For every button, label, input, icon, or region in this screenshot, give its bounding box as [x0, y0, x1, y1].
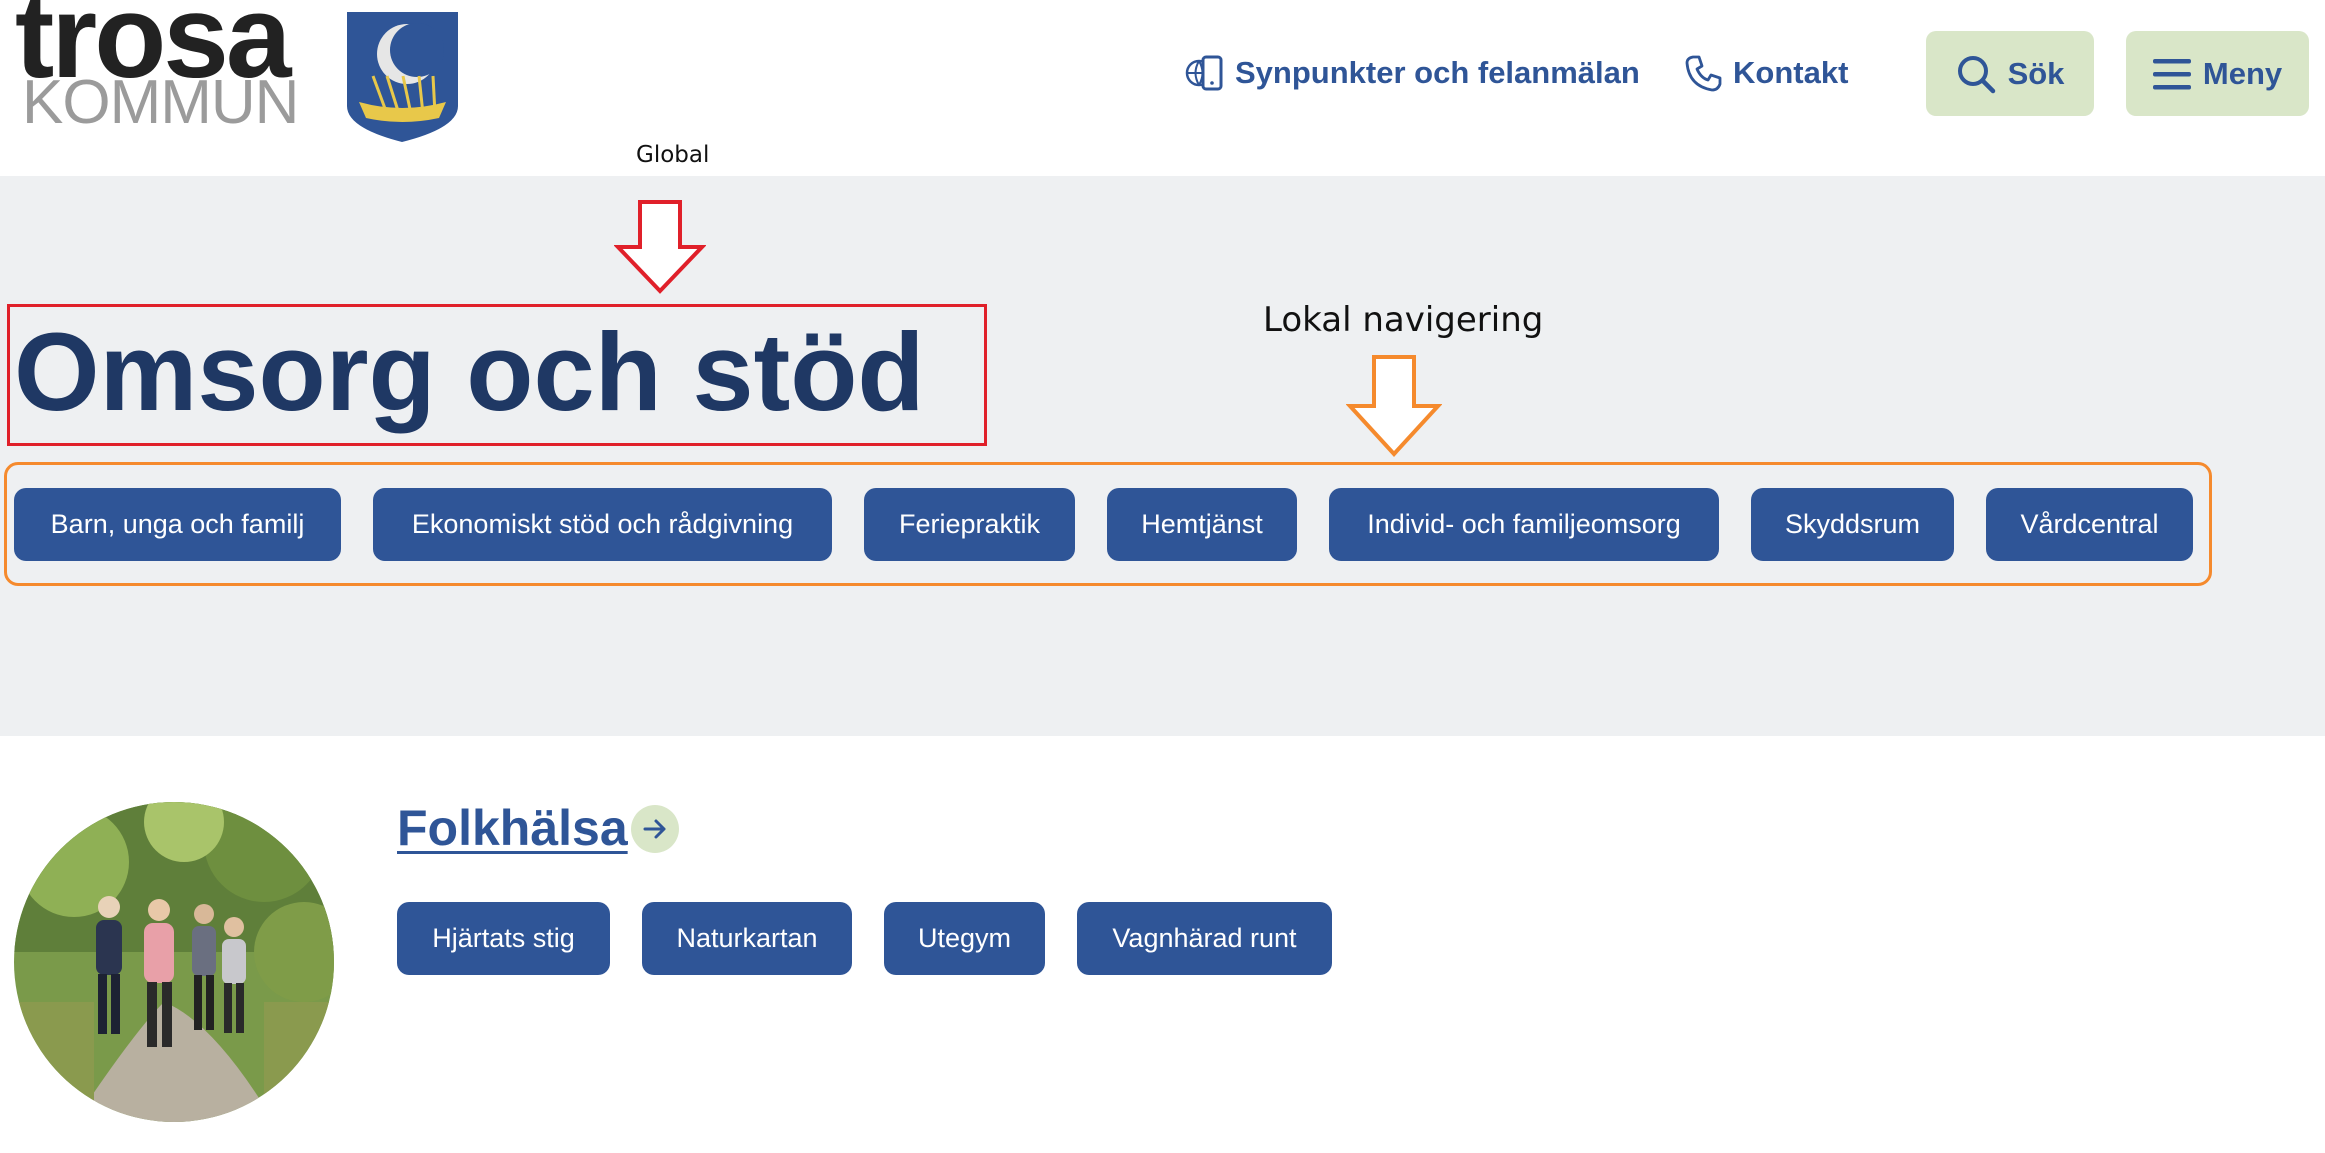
search-button-label: Sök: [2007, 55, 2065, 91]
coat-of-arms-logo: [347, 12, 458, 142]
folkhalsa-link-vagnharad-runt[interactable]: Vagnhärad runt: [1077, 902, 1332, 975]
folkhalsa-link-naturkartan[interactable]: Naturkartan: [642, 902, 852, 975]
local-nav-button-vardcentral[interactable]: Vårdcentral: [1986, 488, 2193, 561]
search-icon: [1957, 55, 1995, 93]
folkhalsa-arrow-button[interactable]: [631, 805, 679, 853]
arrow-right-icon: [643, 819, 666, 839]
annotation-local-arrow-icon: [1346, 355, 1442, 457]
local-nav-button-ekonomiskt-stod[interactable]: Ekonomiskt stöd och rådgivning: [373, 488, 832, 561]
phone-globe-icon: [1185, 55, 1223, 91]
phone-icon: [1685, 55, 1722, 92]
contact-link-label: Kontakt: [1733, 55, 1849, 90]
local-nav-button-individ-familjeomsorg[interactable]: Individ- och familjeomsorg: [1329, 488, 1719, 561]
folkhalsa-title-link[interactable]: Folkhälsa: [397, 798, 628, 858]
feedback-link[interactable]: Synpunkter och felanmälan: [1185, 53, 1640, 93]
logo-subtitle: KOMMUN: [22, 68, 299, 137]
annotation-global-label: Global: [636, 142, 710, 168]
feedback-link-label: Synpunkter och felanmälan: [1235, 55, 1640, 90]
menu-button-label: Meny: [2202, 55, 2283, 91]
local-nav-button-hemtjanst[interactable]: Hemtjänst: [1107, 488, 1297, 561]
folkhalsa-link-hjartats-stig[interactable]: Hjärtats stig: [397, 902, 610, 975]
folkhalsa-photo: [14, 802, 334, 1122]
search-button[interactable]: Sök: [1926, 31, 2094, 116]
annotation-global-box: [7, 304, 987, 446]
hamburger-menu-icon: [2152, 58, 2191, 89]
local-nav-button-feriepraktik[interactable]: Feriepraktik: [864, 488, 1075, 561]
menu-button[interactable]: Meny: [2126, 31, 2309, 116]
hero-band: [0, 176, 2325, 736]
contact-link[interactable]: Kontakt: [1683, 53, 1848, 93]
local-nav-button-barn-unga-familj[interactable]: Barn, unga och familj: [14, 488, 341, 561]
annotation-local-label: Lokal navigering: [1263, 300, 1544, 340]
folkhalsa-link-utegym[interactable]: Utegym: [884, 902, 1045, 975]
local-nav-button-skyddsrum[interactable]: Skyddsrum: [1751, 488, 1954, 561]
annotation-global-arrow-icon: [614, 200, 706, 294]
